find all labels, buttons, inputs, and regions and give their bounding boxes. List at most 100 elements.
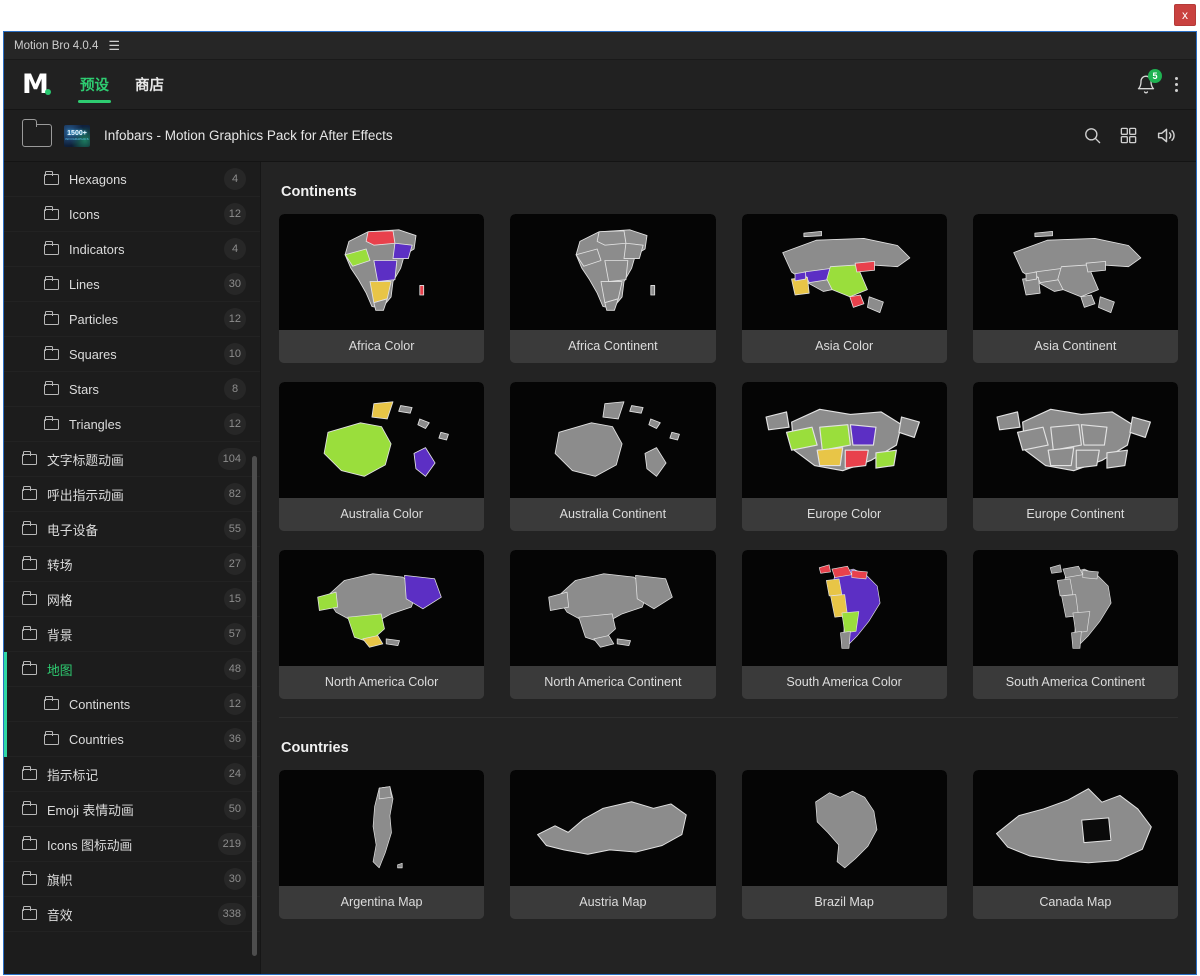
sidebar-item-网格[interactable]: 网格 15 <box>4 582 260 617</box>
sidebar-item-音效[interactable]: 音效 338 <box>4 897 260 932</box>
preset-thumbnail[interactable] <box>972 382 1178 498</box>
tab-presets-label: 预设 <box>80 78 109 94</box>
body-split: Hexagons 4 Icons 12 Indicators 4 Lines 30 Partic… <box>4 162 1196 974</box>
preset-card[interactable]: Europe Color <box>741 382 947 531</box>
sidebar-item-squares[interactable]: Squares 10 <box>4 337 260 372</box>
tab-store[interactable]: 商店 <box>133 60 166 110</box>
preset-card[interactable]: Brazil Map <box>741 770 947 919</box>
preset-thumbnail[interactable] <box>510 382 716 498</box>
preset-card-label: South America Color <box>741 666 947 699</box>
preset-thumbnail[interactable] <box>741 770 947 886</box>
map-silhouette-namerica <box>548 573 673 648</box>
grid-view-icon[interactable] <box>1119 126 1138 145</box>
sidebar-item-label: 指示标记 <box>47 767 99 783</box>
sidebar-item-背景[interactable]: 背景 57 <box>4 617 260 652</box>
preset-card[interactable]: North America Color <box>279 550 485 699</box>
preset-thumbnail[interactable] <box>741 214 947 330</box>
sidebar-scrollbar[interactable] <box>252 456 257 956</box>
sidebar-item-label: Countries <box>69 731 124 747</box>
pack-thumb-line2: INFOGRAPHICS <box>65 137 89 141</box>
selected-group-marker <box>4 652 7 757</box>
sidebar-item-呼出指示动画[interactable]: 呼出指示动画 82 <box>4 477 260 512</box>
preset-thumbnail[interactable] <box>510 550 716 666</box>
preset-card[interactable]: Canada Map <box>972 770 1178 919</box>
sidebar-item-hexagons[interactable]: Hexagons 4 <box>4 162 260 197</box>
folder-icon <box>22 660 37 675</box>
sidebar-item-count: 12 <box>223 413 246 435</box>
search-icon[interactable] <box>1083 126 1102 145</box>
folder-icon <box>44 345 59 360</box>
sidebar-item-label: 音效 <box>47 907 73 923</box>
preset-card-label: Austria Map <box>510 886 716 919</box>
sidebar-item-count: 36 <box>223 728 246 750</box>
preset-card-label: Brazil Map <box>741 886 947 919</box>
preset-thumbnail[interactable] <box>972 770 1178 886</box>
sidebar-item-地图[interactable]: 地图 48 <box>4 652 260 687</box>
sidebar-item-triangles[interactable]: Triangles 12 <box>4 407 260 442</box>
map-silhouette-africa <box>344 229 425 311</box>
kebab-menu-icon[interactable] <box>1174 77 1178 92</box>
map-silhouette-asia <box>781 230 910 314</box>
preset-thumbnail[interactable] <box>972 214 1178 330</box>
sidebar-item-count: 27 <box>223 553 246 575</box>
preset-card[interactable]: Europe Continent <box>972 382 1178 531</box>
folder-icon <box>44 310 59 325</box>
sidebar-item-lines[interactable]: Lines 30 <box>4 267 260 302</box>
window-close-button[interactable]: x <box>1174 4 1196 26</box>
preset-card[interactable]: Australia Continent <box>510 382 716 531</box>
sidebar-item-指示标记[interactable]: 指示标记 24 <box>4 757 260 792</box>
folder-icon <box>22 835 37 850</box>
pack-thumbnail: 1500+ INFOGRAPHICS <box>64 124 90 147</box>
preset-card[interactable]: Africa Continent <box>510 214 716 363</box>
preset-thumbnail[interactable] <box>279 214 485 330</box>
preset-thumbnail[interactable] <box>279 550 485 666</box>
preset-card-label: Europe Color <box>741 498 947 531</box>
plugin-title: Motion Bro 4.0.4 <box>14 39 99 52</box>
sidebar-item-icons-图标动画[interactable]: Icons 图标动画 219 <box>4 827 260 862</box>
sidebar-item-count: 338 <box>217 903 246 925</box>
sidebar-item-count: 30 <box>223 868 246 890</box>
preset-thumbnail[interactable] <box>741 382 947 498</box>
sidebar-item-转场[interactable]: 转场 27 <box>4 547 260 582</box>
preset-card[interactable]: Africa Color <box>279 214 485 363</box>
preset-card[interactable]: South America Continent <box>972 550 1178 699</box>
sidebar-item-emoji-表情动画[interactable]: Emoji 表情动画 50 <box>4 792 260 827</box>
preset-thumbnail[interactable] <box>741 550 947 666</box>
logo-letter-m: M <box>22 68 49 100</box>
folder-icon <box>44 170 59 185</box>
map-silhouette-canada <box>996 788 1153 864</box>
sidebar-item-label: Triangles <box>69 416 122 432</box>
sound-icon[interactable] <box>1155 125 1178 146</box>
sidebar-item-continents[interactable]: Continents 12 <box>4 687 260 722</box>
sidebar-item-particles[interactable]: Particles 12 <box>4 302 260 337</box>
preset-card[interactable]: Australia Color <box>279 382 485 531</box>
preset-card[interactable]: Argentina Map <box>279 770 485 919</box>
sidebar-item-countries[interactable]: Countries 36 <box>4 722 260 757</box>
sidebar-item-stars[interactable]: Stars 8 <box>4 372 260 407</box>
preset-thumbnail[interactable] <box>510 770 716 886</box>
sidebar-item-count: 15 <box>223 588 246 610</box>
notifications-button[interactable]: 5 <box>1136 68 1162 96</box>
hamburger-icon[interactable]: ☰ <box>108 39 120 52</box>
sidebar-item-电子设备[interactable]: 电子设备 55 <box>4 512 260 547</box>
sidebar-item-indicators[interactable]: Indicators 4 <box>4 232 260 267</box>
sidebar-item-label: Emoji 表情动画 <box>47 802 134 818</box>
sidebar-item-icons[interactable]: Icons 12 <box>4 197 260 232</box>
preset-thumbnail[interactable] <box>972 550 1178 666</box>
header-actions: 5 <box>1136 68 1178 96</box>
sidebar-item-旗帜[interactable]: 旗帜 30 <box>4 862 260 897</box>
sidebar-item-count: 10 <box>223 343 246 365</box>
preset-grid: Argentina Map Austria Map Brazil Map Canada… <box>279 770 1178 919</box>
preset-card[interactable]: Austria Map <box>510 770 716 919</box>
sidebar-item-count: 55 <box>223 518 246 540</box>
preset-card[interactable]: Asia Continent <box>972 214 1178 363</box>
preset-card[interactable]: North America Continent <box>510 550 716 699</box>
tab-presets[interactable]: 预设 <box>78 60 111 110</box>
sidebar-item-文字标题动画[interactable]: 文字标题动画 104 <box>4 442 260 477</box>
folder-icon[interactable] <box>21 119 52 147</box>
preset-thumbnail[interactable] <box>279 382 485 498</box>
preset-thumbnail[interactable] <box>510 214 716 330</box>
preset-card[interactable]: Asia Color <box>741 214 947 363</box>
preset-thumbnail[interactable] <box>279 770 485 886</box>
preset-card[interactable]: South America Color <box>741 550 947 699</box>
